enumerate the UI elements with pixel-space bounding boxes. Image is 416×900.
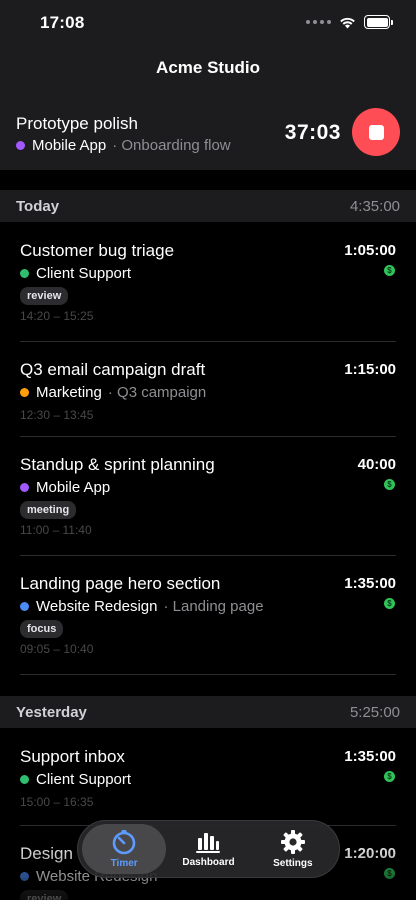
entry-tag-badge: focus (20, 620, 64, 638)
billable-dollar-icon: $ (384, 771, 395, 782)
status-icons (306, 15, 393, 29)
time-entry-row[interactable]: Support inbox Client Support 15:00 – 16:35… (20, 729, 396, 826)
tab-settings-label: Settings (273, 858, 313, 869)
project-color-dot (20, 775, 29, 784)
running-entry-meta: Mobile App · Onboarding flow (16, 137, 231, 154)
running-timer-card[interactable]: Prototype polish Mobile App · Onboarding… (0, 94, 416, 170)
app-header: Acme Studio (0, 48, 416, 94)
entry-time-range: 15:00 – 16:35 (20, 795, 94, 809)
billable-dollar-icon: $ (384, 479, 395, 490)
section-total: 4:35:00 (349, 197, 400, 215)
section-total: 5:25:00 (349, 703, 400, 721)
entry-title: Design (20, 844, 73, 863)
status-time: 17:08 (40, 13, 85, 32)
tab-timer-label: Timer (110, 858, 138, 869)
entry-project-meta: Website Redesign · Landing page (20, 598, 264, 615)
running-project: Mobile App (32, 137, 107, 154)
entry-time-range: 09:05 – 10:40 (20, 642, 94, 656)
tab-dashboard-label: Dashboard (182, 857, 235, 868)
entry-task: · Landing page (163, 598, 264, 615)
entry-task: · Q3 campaign (107, 384, 207, 401)
entry-title: Standup & sprint planning (20, 455, 215, 474)
billable-dollar-icon: $ (384, 598, 395, 609)
entry-project-meta: Mobile App (20, 479, 110, 496)
entry-duration: 1:20:00 (344, 845, 396, 862)
billable-dollar-icon: $ (384, 868, 395, 879)
entry-project: Website Redesign (36, 598, 158, 615)
running-elapsed: 37:03 (284, 121, 341, 144)
section-header: Yesterday 5:25:00 (0, 696, 416, 728)
entry-duration: 1:15:00 (344, 361, 396, 378)
entry-project-meta: Client Support (20, 265, 131, 282)
battery-icon (364, 15, 393, 29)
gear-icon (280, 830, 305, 854)
project-color-dot (20, 483, 29, 492)
entry-duration: 40:00 (357, 456, 396, 473)
entry-project-meta: Client Support (20, 771, 131, 788)
stop-icon (368, 124, 384, 140)
entry-project: Marketing (36, 384, 102, 401)
project-color-dot (20, 602, 29, 611)
billable-dollar-icon: $ (384, 265, 395, 276)
tab-settings[interactable]: Settings (251, 824, 335, 874)
project-color-dot (20, 269, 29, 278)
project-color-dot (16, 141, 25, 150)
status-bar: 17:08 (0, 0, 416, 48)
entry-tag-badge: meeting (20, 501, 77, 519)
tab-dashboard[interactable]: Dashboard (166, 824, 250, 874)
entry-title: Landing page hero section (20, 574, 221, 593)
entry-project: Mobile App (36, 479, 111, 496)
chart-icon (196, 833, 221, 853)
wifi-icon (340, 17, 355, 28)
time-entry-row[interactable]: Q3 email campaign draft Marketing · Q3 cam… (20, 342, 396, 437)
entry-title: Support inbox (20, 747, 125, 766)
entry-project-meta: Marketing · Q3 campaign (20, 384, 206, 401)
timer-icon (112, 830, 136, 855)
project-color-dot (20, 388, 29, 397)
entry-duration: 1:05:00 (344, 242, 396, 259)
entry-title: Q3 email campaign draft (20, 360, 206, 379)
running-task: · Onboarding flow (112, 137, 231, 154)
page-title: Acme Studio (156, 58, 260, 77)
time-entry-row[interactable]: Landing page hero section Website Redesig… (20, 556, 396, 675)
section-title: Yesterday (16, 703, 87, 721)
entry-time-range: 14:20 – 15:25 (20, 309, 94, 323)
entry-duration: 1:35:00 (344, 575, 396, 592)
cellular-signal-icon (306, 20, 331, 24)
tab-bar: Timer Dashboard Settings (77, 820, 340, 878)
entry-tag-badge: review (20, 287, 69, 305)
entry-time-range: 11:00 – 11:40 (20, 523, 92, 537)
entry-project: Client Support (36, 771, 132, 788)
running-entry-name[interactable]: Prototype polish (16, 114, 138, 134)
project-color-dot (20, 872, 29, 881)
entry-project: Client Support (36, 265, 132, 282)
section-title: Today (16, 197, 60, 215)
time-entry-row[interactable]: Customer bug triage Client Support review 1… (20, 223, 396, 342)
entry-time-range: 12:30 – 13:45 (20, 408, 94, 422)
section-header: Today 4:35:00 (0, 190, 416, 222)
tab-timer[interactable]: Timer (82, 824, 167, 874)
time-entry-row[interactable]: Standup & sprint planning Mobile App meeti… (20, 437, 396, 556)
stop-timer-button[interactable] (352, 108, 400, 156)
entry-tag-badge: review (20, 890, 69, 900)
entry-duration: 1:35:00 (344, 748, 396, 765)
entry-title: Customer bug triage (20, 241, 175, 260)
